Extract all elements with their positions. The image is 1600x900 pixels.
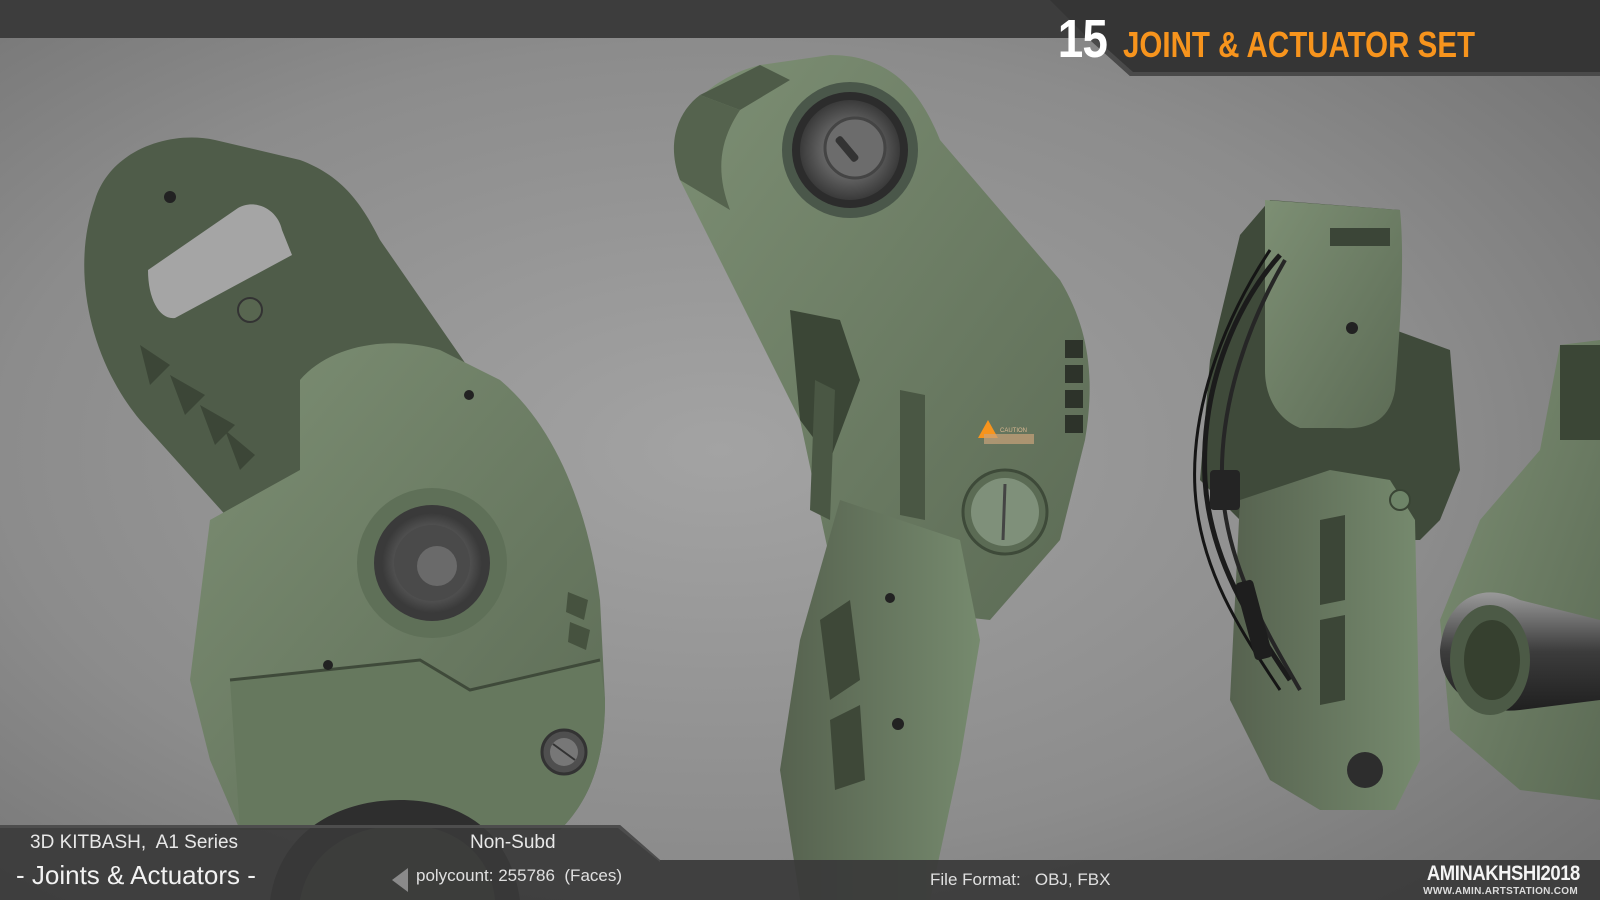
header-title-group: 15 JOINT & ACTUATOR SET xyxy=(1049,8,1552,70)
set-title: JOINT & ACTUATOR SET xyxy=(1122,24,1475,65)
author-label: AMINAKHSHI2018 xyxy=(1426,862,1580,885)
subd-label: Non-Subd xyxy=(470,832,556,853)
set-name-label: - Joints & Actuators - xyxy=(16,860,256,890)
set-count: 15 xyxy=(1057,9,1107,69)
website-label: WWW.AMIN.ARTSTATION.COM xyxy=(1423,886,1578,897)
polycount-label: polycount: 255786 (Faces) xyxy=(416,866,623,885)
file-format-label: File Format: OBJ, FBX xyxy=(930,870,1111,889)
caution-decal: CAUTION xyxy=(1000,428,1027,434)
render-canvas: CAUTION 15 JOINT & ACTUATOR SET 3D KITBA… xyxy=(0,0,1600,900)
series-label: 3D KITBASH, A1 Series xyxy=(30,832,239,853)
kitbash-render: CAUTION xyxy=(0,0,1600,900)
